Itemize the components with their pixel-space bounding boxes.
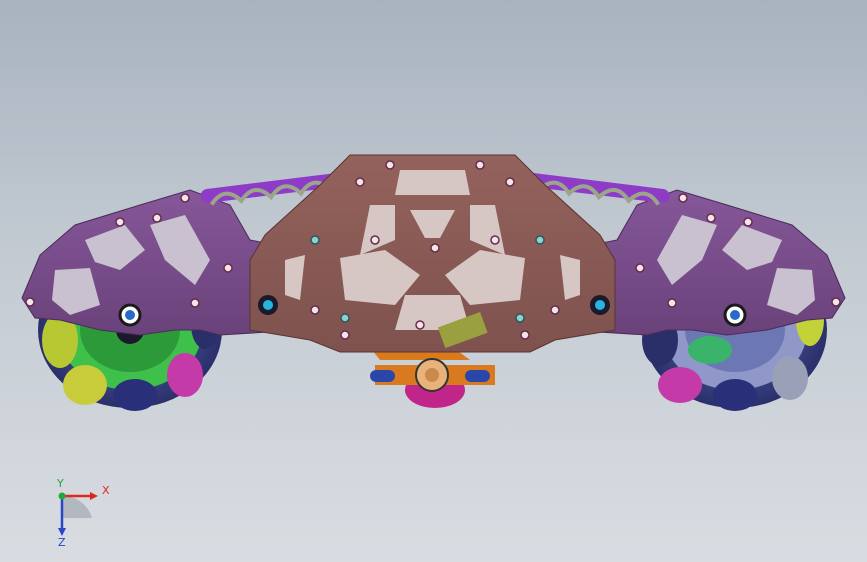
z-axis-label: Z bbox=[58, 536, 66, 548]
coordinate-triad: X Y Z bbox=[56, 478, 110, 548]
y-axis-dot bbox=[58, 492, 66, 500]
x-axis-label: X bbox=[102, 484, 110, 497]
3d-viewport[interactable]: X Y Z bbox=[0, 0, 867, 562]
right-hub-gear bbox=[688, 336, 732, 364]
robot-chassis-model[interactable] bbox=[0, 0, 867, 562]
y-axis-label: Y bbox=[56, 478, 64, 490]
x-axis-arrow bbox=[90, 492, 98, 500]
z-axis-arrow bbox=[58, 528, 66, 536]
